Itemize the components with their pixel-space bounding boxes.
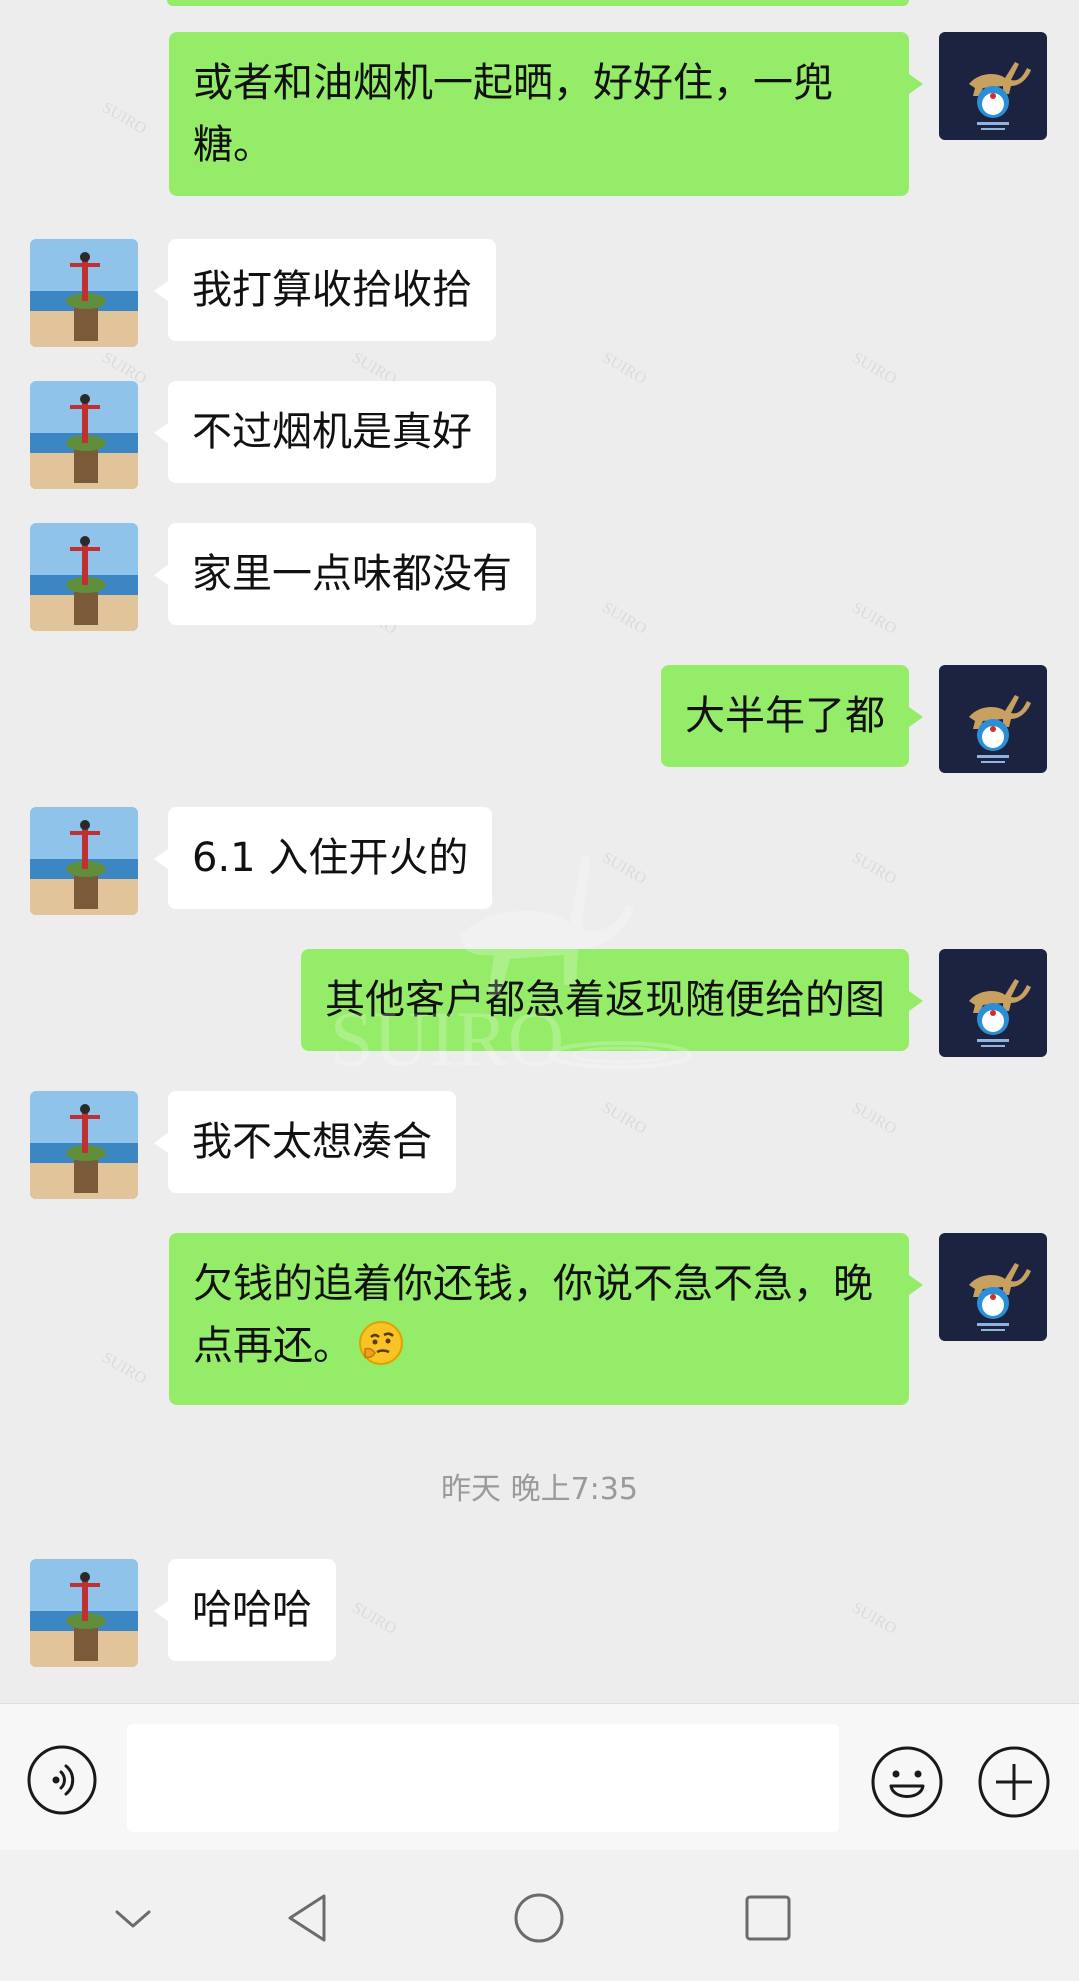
plus-icon[interactable] — [976, 1744, 1052, 1820]
home-circle-icon[interactable] — [509, 1888, 569, 1948]
watermark-text: SUIRO — [849, 349, 900, 388]
message-text: 6.1 入住开火的 — [192, 835, 469, 881]
my-avatar[interactable] — [939, 1233, 1047, 1341]
chat-area[interactable]: SUIRO SUIRO SUIRO SUIRO SUIRO SUIRO SUIR… — [0, 0, 1079, 1703]
voice-icon[interactable] — [26, 1744, 98, 1816]
message-text: 我不太想凑合 — [192, 1119, 432, 1165]
beach-photo-avatar-icon — [30, 1091, 138, 1199]
message-input-bar — [0, 1703, 1079, 1851]
incoming-message-bubble[interactable]: 家里一点味都没有 — [154, 523, 536, 625]
watermark-text: SUIRO — [599, 849, 650, 888]
contact-avatar[interactable] — [30, 1559, 138, 1667]
contact-avatar[interactable] — [30, 523, 138, 631]
message-text: 哈哈哈 — [192, 1587, 312, 1633]
message-text: 欠钱的追着你还钱，你说不急不急，晚点再还。 — [193, 1261, 873, 1369]
recents-square-icon[interactable] — [738, 1888, 798, 1948]
incoming-message-bubble[interactable]: 6.1 入住开火的 — [153, 807, 493, 909]
contact-avatar[interactable] — [30, 239, 138, 347]
watermark-text: SUIRO — [349, 1599, 400, 1638]
message-text: 大半年了都 — [685, 693, 885, 739]
deer-logo-avatar-icon — [939, 949, 1047, 1057]
watermark-text: SUIRO — [599, 599, 650, 638]
outgoing-message-bubble[interactable]: 或者和油烟机一起晒，好好住，一兜糖。 — [169, 32, 923, 196]
message-text: 其他客户都急着返现随便给的图 — [325, 977, 885, 1023]
smiley-icon[interactable] — [869, 1744, 945, 1820]
watermark-text: SUIRO — [849, 599, 900, 638]
contact-avatar[interactable] — [30, 1091, 138, 1199]
watermark-text: SUIRO — [849, 1099, 900, 1138]
thinking-face-emoji-icon — [357, 1319, 405, 1385]
beach-photo-avatar-icon — [30, 381, 138, 489]
message-text: 不过烟机是真好 — [192, 409, 472, 455]
deer-logo-avatar-icon — [939, 32, 1047, 140]
incoming-message-bubble[interactable]: 我不太想凑合 — [154, 1091, 456, 1193]
my-avatar[interactable] — [939, 949, 1047, 1057]
contact-avatar[interactable] — [30, 381, 138, 489]
my-avatar[interactable] — [939, 665, 1047, 773]
incoming-message-bubble[interactable]: 我打算收拾收拾 — [154, 239, 496, 341]
watermark-text: SUIRO — [849, 1599, 900, 1638]
message-timestamp: 昨天 晚上7:35 — [441, 1472, 638, 1507]
outgoing-message-bubble[interactable]: 大半年了都 — [661, 665, 923, 767]
message-text: 我打算收拾收拾 — [192, 267, 472, 313]
watermark-text: SUIRO — [599, 349, 650, 388]
beach-photo-avatar-icon — [30, 1559, 138, 1667]
incoming-message-bubble[interactable]: 哈哈哈 — [154, 1559, 336, 1661]
deer-logo-avatar-icon — [939, 665, 1047, 773]
previous-bubble-edge — [167, 0, 909, 6]
message-text: 家里一点味都没有 — [192, 551, 512, 597]
deer-logo-avatar-icon — [939, 1233, 1047, 1341]
chevron-down-icon[interactable] — [103, 1888, 163, 1948]
watermark-text: SUIRO — [99, 1349, 150, 1388]
contact-avatar[interactable] — [30, 807, 138, 915]
message-text-input[interactable] — [127, 1724, 839, 1832]
back-triangle-icon[interactable] — [278, 1888, 338, 1948]
outgoing-message-bubble[interactable]: 其他客户都急着返现随便给的图 — [301, 949, 923, 1051]
watermark-text: SUIRO — [99, 99, 150, 138]
incoming-message-bubble[interactable]: 不过烟机是真好 — [154, 381, 496, 483]
system-navigation-bar — [0, 1850, 1079, 1981]
beach-photo-avatar-icon — [30, 807, 138, 915]
message-text: 或者和油烟机一起晒，好好住，一兜糖。 — [193, 60, 833, 168]
watermark-text: SUIRO — [599, 1099, 650, 1138]
beach-photo-avatar-icon — [30, 523, 138, 631]
watermark-text: SUIRO — [849, 849, 900, 888]
my-avatar[interactable] — [939, 32, 1047, 140]
outgoing-message-bubble[interactable]: 欠钱的追着你还钱，你说不急不急，晚点再还。 — [169, 1233, 923, 1405]
beach-photo-avatar-icon — [30, 239, 138, 347]
